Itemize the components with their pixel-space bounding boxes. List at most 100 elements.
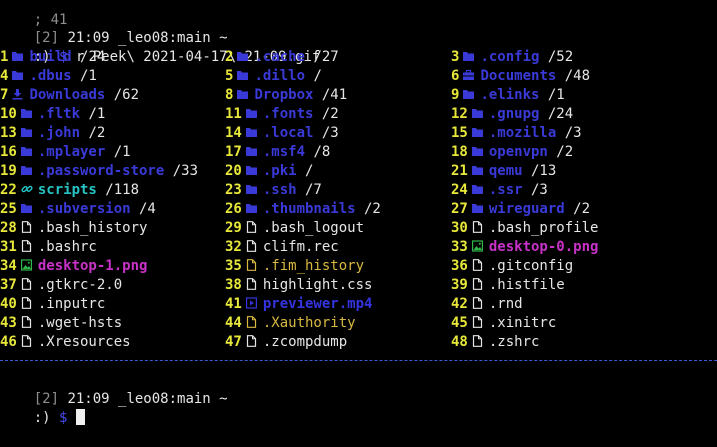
- entry-name: .wget-hsts: [37, 315, 123, 331]
- list-item[interactable]: 3 .config /52: [451, 48, 573, 67]
- list-item[interactable]: 15 .mozilla /3: [451, 124, 582, 143]
- folder-icon: [471, 183, 483, 195]
- entry-number: 39: [451, 277, 468, 293]
- entry-number: 15: [451, 125, 468, 141]
- list-item[interactable]: 19 .password-store /33: [0, 162, 198, 181]
- list-item[interactable]: 20 .pki /: [225, 162, 313, 181]
- entry-number: 17: [225, 144, 242, 160]
- list-item[interactable]: 21 qemu /13: [451, 162, 556, 181]
- list-item[interactable]: 22 scripts /118: [0, 181, 139, 200]
- prompt-dollar-bottom: $: [59, 410, 68, 426]
- list-item[interactable]: 42 .rnd: [451, 295, 523, 314]
- entry-name: openvpn: [488, 144, 548, 160]
- entry-number: 32: [225, 239, 242, 255]
- list-item[interactable]: 33 desktop-0.png: [451, 238, 598, 257]
- list-item[interactable]: 46 .Xresources: [0, 333, 131, 352]
- list-item[interactable]: 29 .bash_logout: [225, 219, 364, 238]
- entry-name: Documents: [480, 68, 557, 84]
- list-item[interactable]: 40 .inputrc: [0, 295, 105, 314]
- file-icon: [21, 297, 32, 309]
- entry-name: qemu: [488, 163, 523, 179]
- folder-icon: [20, 126, 32, 138]
- list-item[interactable]: 38 highlight.css: [225, 276, 372, 295]
- list-item[interactable]: 7 Downloads /62: [0, 86, 139, 105]
- list-item[interactable]: 6 Documents /48: [451, 67, 590, 86]
- list-item[interactable]: 32 clifm.rec: [225, 238, 339, 257]
- list-item[interactable]: 4 .dbus /1: [0, 67, 97, 86]
- entry-number: 5: [225, 68, 234, 84]
- entry-name: .cache: [254, 49, 306, 65]
- entry-number: 19: [0, 163, 17, 179]
- list-item[interactable]: 12 .gnupg /24: [451, 105, 573, 124]
- entry-number: 34: [0, 258, 17, 274]
- entry-name: .elinks: [480, 87, 540, 103]
- list-item[interactable]: 43 .wget-hsts: [0, 314, 122, 333]
- entry-count: /2: [547, 144, 574, 160]
- list-item[interactable]: 14 .local /3: [225, 124, 339, 143]
- entry-number: 29: [225, 220, 242, 236]
- entry-number: 30: [451, 220, 468, 236]
- list-item[interactable]: 5 .dillo /: [225, 67, 322, 86]
- list-item[interactable]: 1 build /24: [0, 48, 105, 67]
- list-item[interactable]: 11 .fonts /2: [225, 105, 339, 124]
- folder-icon: [245, 202, 257, 214]
- entry-count: /: [305, 68, 322, 84]
- prompt-status-line: [2] 21:09 _leo08:main ~: [0, 10, 228, 46]
- entry-name: .msf4: [262, 144, 306, 160]
- entry-count: /48: [556, 68, 591, 84]
- list-item[interactable]: 45 .xinitrc: [451, 314, 556, 333]
- entry-count: /3: [556, 125, 582, 141]
- entry-name: clifm.rec: [262, 239, 339, 255]
- folder-icon: [463, 50, 475, 62]
- folder-icon: [471, 164, 483, 176]
- list-item[interactable]: 34 desktop-1.png: [0, 257, 147, 276]
- list-item[interactable]: 28 .bash_history: [0, 219, 147, 238]
- text-cursor[interactable]: [75, 409, 85, 425]
- list-item[interactable]: 35 .fim_history: [225, 257, 364, 276]
- prompt-separator: [0, 360, 717, 361]
- list-item[interactable]: 48 .zshrc: [451, 333, 539, 352]
- terminal-window[interactable]: ; 41 [2] 21:09 _leo08:main ~ :) $ r Peek…: [0, 0, 717, 426]
- list-item[interactable]: 24 .ssr /3: [451, 181, 548, 200]
- folder-icon: [20, 107, 32, 119]
- list-item[interactable]: 36 .gitconfig: [451, 257, 573, 276]
- list-item[interactable]: 2 .cache /27: [225, 48, 339, 67]
- list-item[interactable]: 47 .zcompdump: [225, 333, 347, 352]
- entry-count: /2: [355, 201, 381, 217]
- list-item[interactable]: 26 .thumbnails /2: [225, 200, 381, 219]
- list-item[interactable]: 44 .Xauthority: [225, 314, 356, 333]
- file-icon: [472, 316, 483, 328]
- list-item[interactable]: 16 .mplayer /1: [0, 143, 131, 162]
- list-item[interactable]: 8 Dropbox /41: [225, 86, 347, 105]
- entry-count: /1: [71, 68, 97, 84]
- list-item[interactable]: 39 .histfile: [451, 276, 565, 295]
- entry-number: 40: [0, 296, 17, 312]
- entry-name: .dbus: [29, 68, 72, 84]
- folder-icon: [20, 145, 32, 157]
- list-item[interactable]: 18 openvpn /2: [451, 143, 573, 162]
- entry-name: .Xresources: [37, 334, 131, 350]
- list-item[interactable]: 23 .ssh /7: [225, 181, 322, 200]
- list-item[interactable]: 17 .msf4 /8: [225, 143, 330, 162]
- entry-number: 7: [0, 87, 9, 103]
- entry-name: .fim_history: [262, 258, 365, 274]
- entry-name: .inputrc: [37, 296, 106, 312]
- list-item[interactable]: 10 .fltk /1: [0, 105, 105, 124]
- image-icon: [471, 240, 483, 252]
- list-item[interactable]: 30 .bash_profile: [451, 219, 598, 238]
- entry-name: previewer.mp4: [262, 296, 373, 312]
- list-item[interactable]: 13 .john /2: [0, 124, 105, 143]
- folder-icon: [471, 107, 483, 119]
- file-icon: [246, 240, 257, 252]
- file-icon: [21, 240, 32, 252]
- entry-name: .bashrc: [37, 239, 97, 255]
- entry-number: 48: [451, 334, 468, 350]
- list-item[interactable]: 25 .subversion /4: [0, 200, 156, 219]
- list-item[interactable]: 31 .bashrc: [0, 238, 97, 257]
- list-item[interactable]: 27 wireguard /2: [451, 200, 590, 219]
- input-line[interactable]: :) $: [0, 390, 85, 426]
- list-item[interactable]: 9 .elinks /1: [451, 86, 565, 105]
- list-item[interactable]: 41 previewer.mp4: [225, 295, 372, 314]
- briefcase-icon: [463, 69, 475, 81]
- list-item[interactable]: 37 .gtkrc-2.0: [0, 276, 122, 295]
